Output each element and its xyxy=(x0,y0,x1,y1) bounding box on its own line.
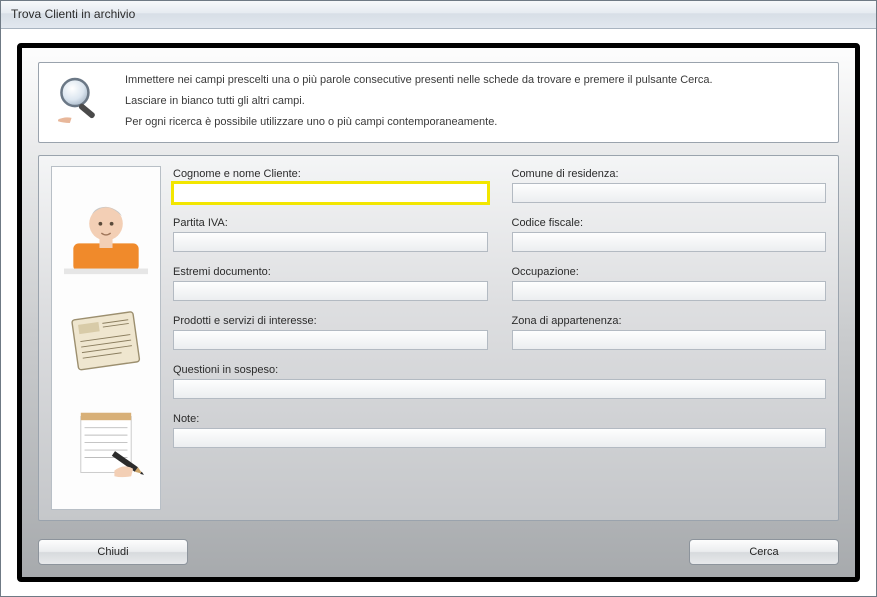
info-panel: Immettere nei campi prescelti una o più … xyxy=(38,62,839,143)
info-text: Immettere nei campi prescelti una o più … xyxy=(125,73,713,130)
window-title: Trova Clienti in archivio xyxy=(11,7,135,21)
label-note: Note: xyxy=(173,413,826,425)
info-line-2: Lasciare in bianco tutti gli altri campi… xyxy=(125,94,713,109)
input-piva[interactable] xyxy=(173,232,488,252)
input-prodotti[interactable] xyxy=(173,330,488,350)
label-questioni: Questioni in sospeso: xyxy=(173,364,826,376)
input-comune[interactable] xyxy=(512,183,827,203)
find-clients-window: Trova Clienti in archivio xyxy=(0,0,877,597)
side-images xyxy=(51,166,161,510)
label-zona: Zona di appartenenza: xyxy=(512,315,827,327)
label-prodotti: Prodotti e servizi di interesse: xyxy=(173,315,488,327)
input-note[interactable] xyxy=(173,428,826,448)
input-questioni[interactable] xyxy=(173,379,826,399)
input-estremi[interactable] xyxy=(173,281,488,301)
info-line-1: Immettere nei campi prescelti una o più … xyxy=(125,73,713,88)
form-panel: Cognome e nome Cliente: Comune di reside… xyxy=(38,155,839,521)
info-line-3: Per ogni ricerca è possibile utilizzare … xyxy=(125,115,713,130)
label-occup: Occupazione: xyxy=(512,266,827,278)
window-titlebar: Trova Clienti in archivio xyxy=(1,1,876,29)
window-body: Immettere nei campi prescelti una o più … xyxy=(1,29,876,596)
input-occup[interactable] xyxy=(512,281,827,301)
input-cognome[interactable] xyxy=(173,183,488,203)
close-button[interactable]: Chiudi xyxy=(38,539,188,565)
outer-frame: Immettere nei campi prescelti una o più … xyxy=(17,43,860,582)
input-cf[interactable] xyxy=(512,232,827,252)
label-piva: Partita IVA: xyxy=(173,217,488,229)
button-bar: Chiudi Cerca xyxy=(38,533,839,565)
person-image xyxy=(61,192,151,276)
fields: Cognome e nome Cliente: Comune di reside… xyxy=(173,166,826,510)
label-estremi: Estremi documento: xyxy=(173,266,488,278)
document-image xyxy=(61,310,151,375)
label-cf: Codice fiscale: xyxy=(512,217,827,229)
label-comune: Comune di residenza: xyxy=(512,168,827,180)
input-zona[interactable] xyxy=(512,330,827,350)
magnifier-icon xyxy=(53,74,107,128)
notepad-image xyxy=(61,409,151,484)
search-button[interactable]: Cerca xyxy=(689,539,839,565)
label-cognome: Cognome e nome Cliente: xyxy=(173,168,488,180)
